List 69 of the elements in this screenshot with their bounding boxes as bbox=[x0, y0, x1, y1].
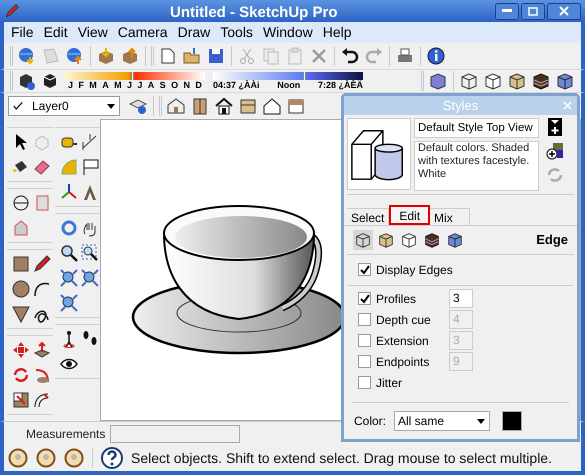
month-label: A bbox=[102, 80, 109, 90]
month-label: A bbox=[148, 80, 154, 90]
checkbox[interactable] bbox=[358, 263, 371, 276]
color-swatch[interactable] bbox=[502, 411, 522, 431]
panel-title: Styles bbox=[442, 96, 478, 115]
style-name-field[interactable]: Default Style Top View bbox=[414, 118, 539, 138]
option-label: Display Edges bbox=[376, 262, 453, 278]
add-style-icon[interactable] bbox=[546, 142, 564, 160]
month-label: N bbox=[183, 80, 190, 90]
minimize-button[interactable] bbox=[495, 2, 519, 20]
layer-dropdown[interactable]: Layer0 bbox=[8, 96, 120, 116]
color-dropdown[interactable]: All same bbox=[394, 411, 490, 431]
month-label: J bbox=[126, 80, 132, 90]
g-letter-icon[interactable] bbox=[64, 448, 84, 468]
style-thumbnail-drawing bbox=[347, 118, 411, 190]
menu-item[interactable]: Edit bbox=[38, 22, 73, 43]
dropdown-arrow-icon bbox=[477, 418, 486, 424]
checkbox[interactable] bbox=[358, 292, 371, 305]
dropdown-arrow-icon bbox=[107, 104, 115, 108]
option-label: Depth cue bbox=[376, 312, 432, 328]
color-label: Color: bbox=[354, 413, 386, 430]
time-label: 04:37 ¿ÀÀi bbox=[213, 80, 260, 90]
close-button[interactable] bbox=[547, 2, 581, 20]
menu-item[interactable]: View bbox=[72, 22, 113, 43]
month-label: S bbox=[160, 80, 166, 90]
checkbox[interactable] bbox=[358, 376, 371, 389]
month-label: F bbox=[78, 80, 84, 90]
month-label: M bbox=[89, 80, 97, 90]
time-label: Noon bbox=[277, 80, 300, 90]
option-label: Profiles bbox=[376, 290, 418, 308]
menu-item[interactable]: Tools bbox=[215, 22, 258, 43]
help-icon[interactable] bbox=[101, 447, 123, 469]
credits-person-icon[interactable] bbox=[36, 448, 56, 468]
option-label: Extension bbox=[376, 332, 430, 350]
slider-thumb[interactable] bbox=[303, 72, 306, 80]
menu-item[interactable]: Camera bbox=[112, 22, 173, 43]
measurements-label: Measurements bbox=[26, 426, 106, 442]
menu-item[interactable]: File bbox=[6, 22, 39, 43]
check-icon bbox=[12, 100, 24, 112]
edge-settings-icon[interactable] bbox=[353, 230, 373, 250]
maximize-icon bbox=[528, 6, 538, 16]
month-label: M bbox=[114, 80, 122, 90]
section-title: Edge bbox=[536, 231, 568, 250]
slider-thumb[interactable] bbox=[130, 72, 134, 80]
menu-item[interactable]: Help bbox=[318, 22, 357, 43]
menu-item[interactable]: Draw bbox=[172, 22, 216, 43]
time-label: 7:28 ¿ÀÈÄ bbox=[318, 80, 363, 90]
date-slider[interactable] bbox=[65, 72, 205, 80]
option-label: Jitter bbox=[376, 374, 404, 392]
time-slider[interactable] bbox=[213, 72, 363, 80]
window-title: Untitled - SketchUp Pro bbox=[170, 3, 338, 23]
month-label: J bbox=[68, 80, 74, 90]
month-label: D bbox=[195, 80, 202, 90]
measurements-field[interactable] bbox=[110, 424, 240, 442]
close-icon bbox=[559, 6, 569, 16]
month-label: O bbox=[171, 80, 178, 90]
menu-item[interactable]: Window bbox=[258, 22, 318, 43]
maximize-button[interactable] bbox=[521, 2, 545, 20]
value-field[interactable]: 3 bbox=[449, 289, 473, 308]
tab[interactable]: Mix bbox=[430, 208, 470, 225]
option-label: Endpoints bbox=[376, 354, 430, 370]
month-label: J bbox=[137, 80, 142, 90]
geo-location-icon[interactable] bbox=[8, 448, 28, 468]
style-description-field[interactable]: Default colors. Shaded with textures facestyle. White bbox=[414, 141, 539, 191]
create-style-icon[interactable] bbox=[548, 118, 562, 136]
status-text: Select objects. Shift to extend select. Drag mouse to select multiple. bbox=[131, 448, 552, 468]
tab[interactable]: Edit bbox=[389, 205, 430, 225]
minimize-icon bbox=[502, 9, 512, 13]
pencil-icon bbox=[4, 3, 20, 19]
